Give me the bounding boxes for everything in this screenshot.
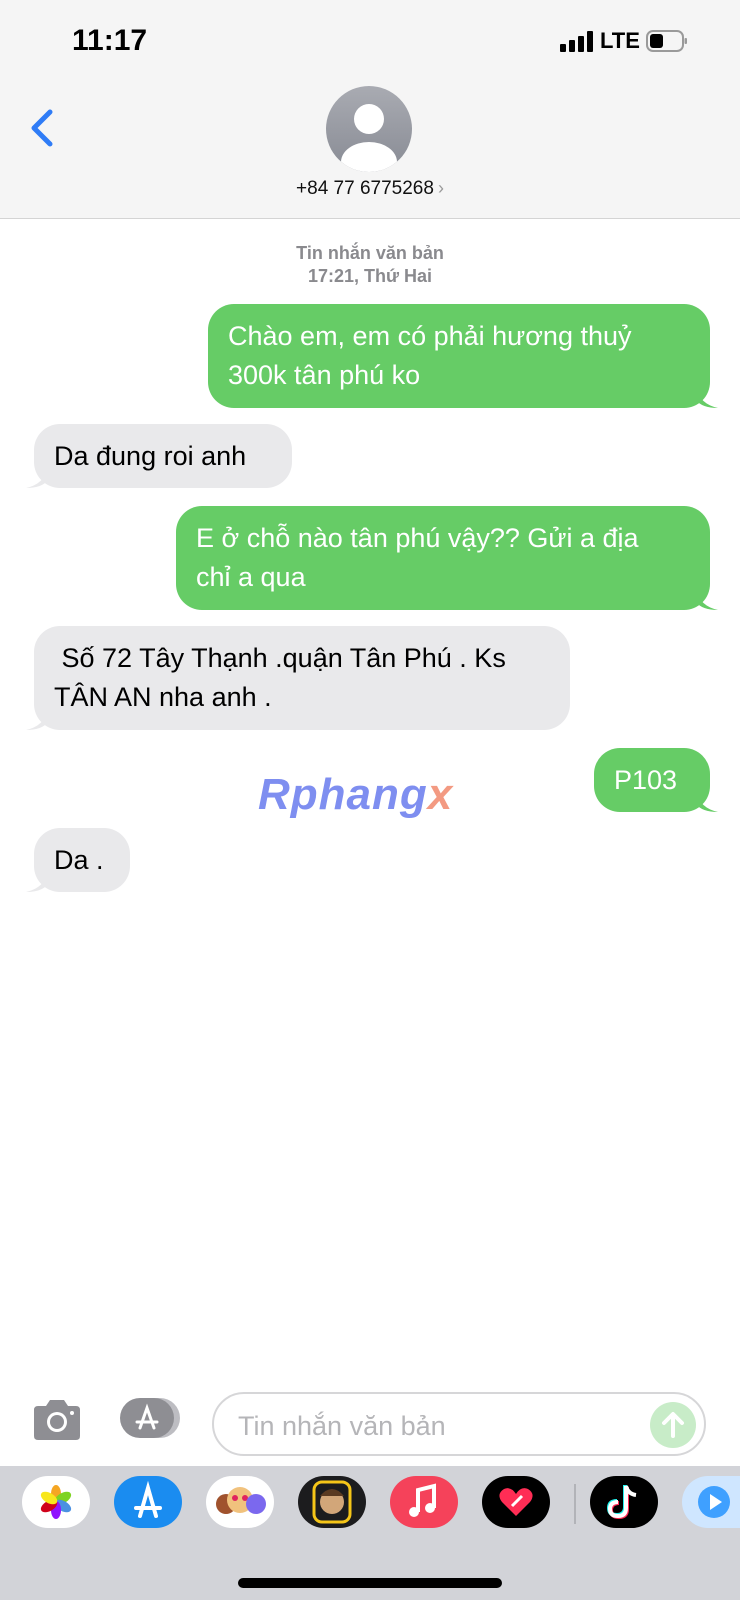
outgoing-message-bubble[interactable]: E ở chỗ nào tân phú vậy?? Gửi a địa chỉ … (176, 506, 718, 610)
contact-name[interactable]: +84 77 6775268 › (0, 178, 740, 200)
tiktok-icon[interactable] (590, 1476, 658, 1528)
app-drawer (0, 1466, 740, 1600)
chevron-right-icon: › (437, 178, 444, 198)
bubble-tail-icon (696, 590, 718, 610)
home-indicator[interactable] (238, 1578, 502, 1588)
message-input[interactable] (236, 1406, 640, 1446)
signal-strength-icon (560, 30, 596, 52)
message-text: Da . (54, 844, 104, 875)
tray-divider (574, 1484, 576, 1524)
conversation-header: 11:17 LTE +84 77 6775268 › (0, 0, 740, 219)
contact-number: +84 77 6775268 (296, 178, 434, 199)
clips-icon[interactable] (682, 1476, 740, 1528)
camera-icon[interactable] (30, 1398, 84, 1442)
app-store-apps-icon[interactable] (120, 1396, 184, 1440)
app-store-icon[interactable] (114, 1476, 182, 1528)
outgoing-message-bubble[interactable]: Chào em, em có phải hương thuỷ 300k tân … (208, 304, 718, 408)
outgoing-message-bubble[interactable]: P103 (594, 748, 718, 812)
message-text: Chào em, em có phải hương thuỷ 300k tân … (228, 321, 632, 390)
message-type-label: Tin nhắn văn bản (296, 243, 444, 263)
bubble-tail-icon (696, 388, 718, 408)
incoming-message-bubble[interactable]: Da . (26, 828, 130, 892)
music-icon[interactable] (390, 1476, 458, 1528)
incoming-message-bubble[interactable]: Da đung roi anh (26, 424, 292, 488)
arrow-up-icon (662, 1412, 684, 1438)
message-text: Số 72 Tây Thạnh .quận Tân Phú . Ks TÂN A… (54, 643, 506, 712)
compose-bar (0, 1378, 740, 1458)
message-text: P103 (614, 764, 678, 795)
animoji-icon[interactable] (206, 1476, 274, 1528)
network-type: LTE (600, 28, 640, 53)
status-time: 11:17 (72, 24, 148, 57)
photos-icon[interactable] (22, 1476, 90, 1528)
incoming-message-bubble[interactable]: Số 72 Tây Thạnh .quận Tân Phú . Ks TÂN A… (26, 626, 570, 730)
message-input-field[interactable] (212, 1392, 706, 1456)
person-silhouette-icon (341, 104, 397, 172)
bubble-tail-icon (26, 872, 48, 892)
back-chevron-icon[interactable] (26, 106, 66, 154)
message-text: Da đung roi anh (54, 440, 247, 471)
memoji-icon[interactable] (298, 1476, 366, 1528)
battery-icon (646, 30, 687, 52)
contact-avatar[interactable] (326, 86, 412, 172)
message-text: E ở chỗ nào tân phú vậy?? Gửi a địa chỉ … (196, 523, 639, 592)
watermark-logo: Rphangx (258, 770, 454, 819)
thread-timestamp: 17:21, Thứ Hai (307, 266, 433, 286)
bubble-tail-icon (26, 710, 48, 730)
thread-meta: Tin nhắn văn bản 17:21, Thứ Hai (0, 242, 740, 288)
bubble-tail-icon (26, 468, 48, 488)
bubble-tail-icon (696, 792, 718, 812)
heart-app-icon[interactable] (482, 1476, 550, 1528)
send-button[interactable] (650, 1402, 696, 1448)
